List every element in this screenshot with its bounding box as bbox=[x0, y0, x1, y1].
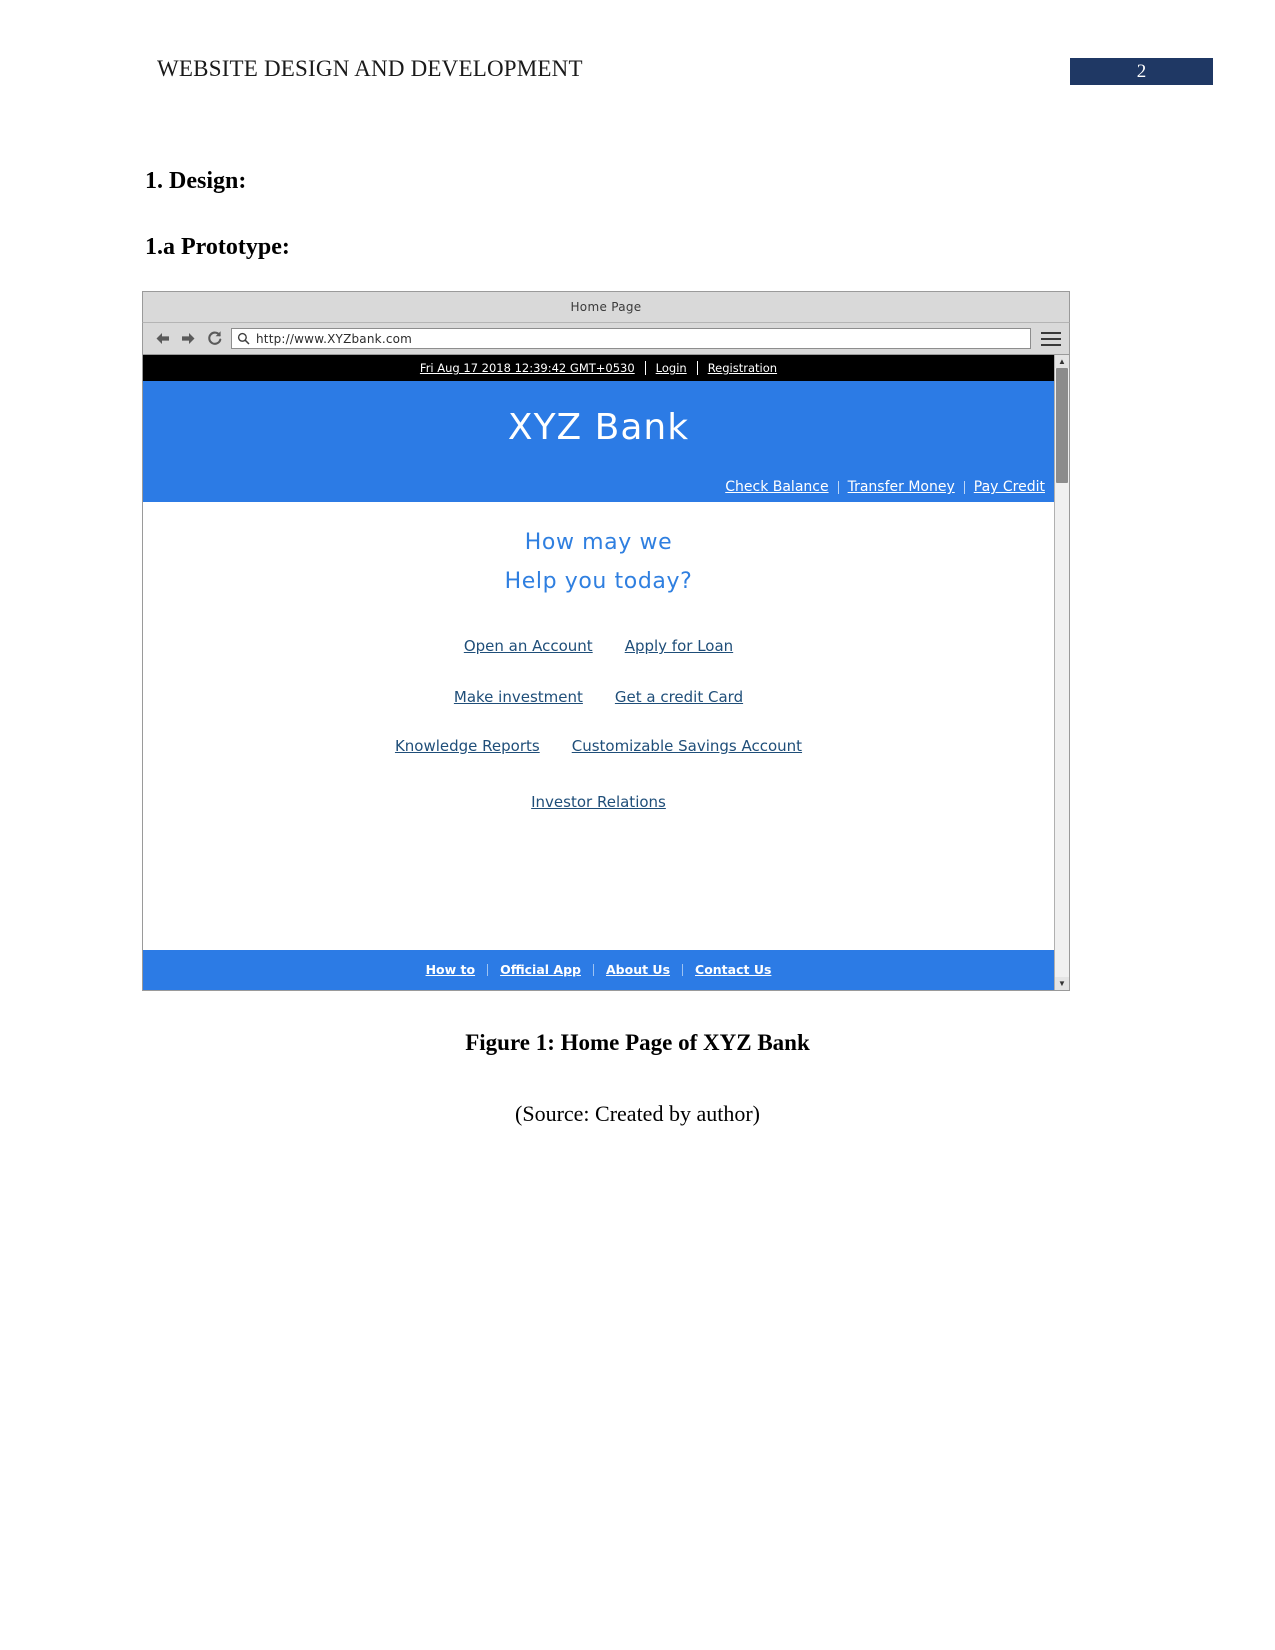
browser-mockup-figure: Home Page http://www.XYZbank.com Fri Aug… bbox=[142, 291, 1070, 991]
login-link[interactable]: Login bbox=[646, 361, 697, 375]
browser-toolbar: http://www.XYZbank.com bbox=[142, 322, 1070, 355]
running-header-title: WEBSITE DESIGN AND DEVELOPMENT bbox=[157, 56, 583, 81]
service-link-customizable-savings-account[interactable]: Customizable Savings Account bbox=[568, 737, 806, 755]
browser-tab-title: Home Page bbox=[570, 300, 642, 314]
hero-heading-line-2: Help you today? bbox=[504, 569, 693, 594]
scroll-down-arrow-icon[interactable]: ▼ bbox=[1055, 977, 1069, 990]
back-arrow-icon[interactable] bbox=[149, 327, 175, 351]
browser-title-bar: Home Page bbox=[142, 291, 1070, 322]
service-link-row: Make investment Get a credit Card bbox=[143, 688, 1054, 706]
service-link-investor-relations[interactable]: Investor Relations bbox=[527, 793, 670, 811]
vertical-scrollbar[interactable]: ▲ ▼ bbox=[1054, 355, 1069, 990]
hamburger-bar-2 bbox=[1041, 337, 1061, 340]
section-heading-design: 1. Design: bbox=[145, 168, 247, 194]
site-header: XYZ Bank Check Balance Transfer Money Pa… bbox=[143, 381, 1054, 502]
rendered-web-page: Fri Aug 17 2018 12:39:42 GMT+0530 Login … bbox=[143, 355, 1054, 990]
hamburger-bar-1 bbox=[1041, 331, 1061, 334]
url-text: http://www.XYZbank.com bbox=[256, 331, 413, 346]
footer-link-contact-us[interactable]: Contact Us bbox=[683, 962, 783, 977]
service-link-row: Investor Relations bbox=[143, 793, 1054, 811]
current-datetime: Fri Aug 17 2018 12:39:42 GMT+0530 bbox=[419, 361, 635, 375]
service-link-knowledge-reports[interactable]: Knowledge Reports bbox=[391, 737, 544, 755]
footer-link-official-app[interactable]: Official App bbox=[488, 962, 593, 977]
hamburger-bar-3 bbox=[1041, 343, 1061, 346]
service-link-make-investment[interactable]: Make investment bbox=[450, 688, 587, 706]
footer-copyright: CXYZ Bank bbox=[143, 989, 1054, 990]
nav-item-pay-credit[interactable]: Pay Credit bbox=[965, 479, 1054, 495]
registration-link[interactable]: Registration bbox=[698, 361, 787, 375]
site-primary-nav: Check Balance Transfer Money Pay Credit bbox=[716, 479, 1054, 495]
page-number-badge: 2 bbox=[1070, 58, 1213, 85]
hero-heading-line-1: How may we bbox=[524, 530, 673, 555]
browser-viewport: Fri Aug 17 2018 12:39:42 GMT+0530 Login … bbox=[142, 355, 1070, 991]
site-main-content: How may we Help you today? Open an Accou… bbox=[143, 530, 1054, 950]
section-heading-prototype: 1.a Prototype: bbox=[145, 234, 290, 260]
footer-link-about-us[interactable]: About Us bbox=[594, 962, 682, 977]
nav-item-transfer-money[interactable]: Transfer Money bbox=[839, 479, 964, 495]
hamburger-menu-icon[interactable] bbox=[1039, 328, 1063, 350]
search-icon bbox=[237, 332, 251, 346]
footer-copyright-text: XYZ Bank bbox=[564, 989, 659, 990]
nav-item-check-balance[interactable]: Check Balance bbox=[716, 479, 837, 495]
document-header: WEBSITE DESIGN AND DEVELOPMENT 2 bbox=[0, 0, 1275, 110]
forward-arrow-icon[interactable] bbox=[175, 327, 201, 351]
service-link-open-an-account[interactable]: Open an Account bbox=[460, 637, 597, 655]
service-link-get-a-credit-card[interactable]: Get a credit Card bbox=[611, 688, 747, 706]
footer-link-how-to[interactable]: How to bbox=[414, 962, 488, 977]
service-link-row: Open an Account Apply for Loan bbox=[143, 637, 1054, 655]
scroll-up-arrow-icon[interactable]: ▲ bbox=[1055, 355, 1069, 368]
site-footer: How to Official App About Us Contact Us … bbox=[143, 950, 1054, 990]
url-bar[interactable]: http://www.XYZbank.com bbox=[231, 328, 1031, 349]
scrollbar-thumb[interactable] bbox=[1056, 368, 1068, 483]
figure-source: (Source: Created by author) bbox=[515, 1101, 760, 1126]
service-link-apply-for-loan[interactable]: Apply for Loan bbox=[621, 637, 737, 655]
site-brand-title: XYZ Bank bbox=[507, 407, 690, 448]
reload-icon[interactable] bbox=[201, 327, 227, 351]
site-utility-bar: Fri Aug 17 2018 12:39:42 GMT+0530 Login … bbox=[143, 355, 1054, 381]
service-link-row: Knowledge Reports Customizable Savings A… bbox=[143, 737, 1054, 755]
figure-caption: Figure 1: Home Page of XYZ Bank bbox=[465, 1030, 810, 1055]
footer-nav: How to Official App About Us Contact Us bbox=[143, 950, 1054, 977]
